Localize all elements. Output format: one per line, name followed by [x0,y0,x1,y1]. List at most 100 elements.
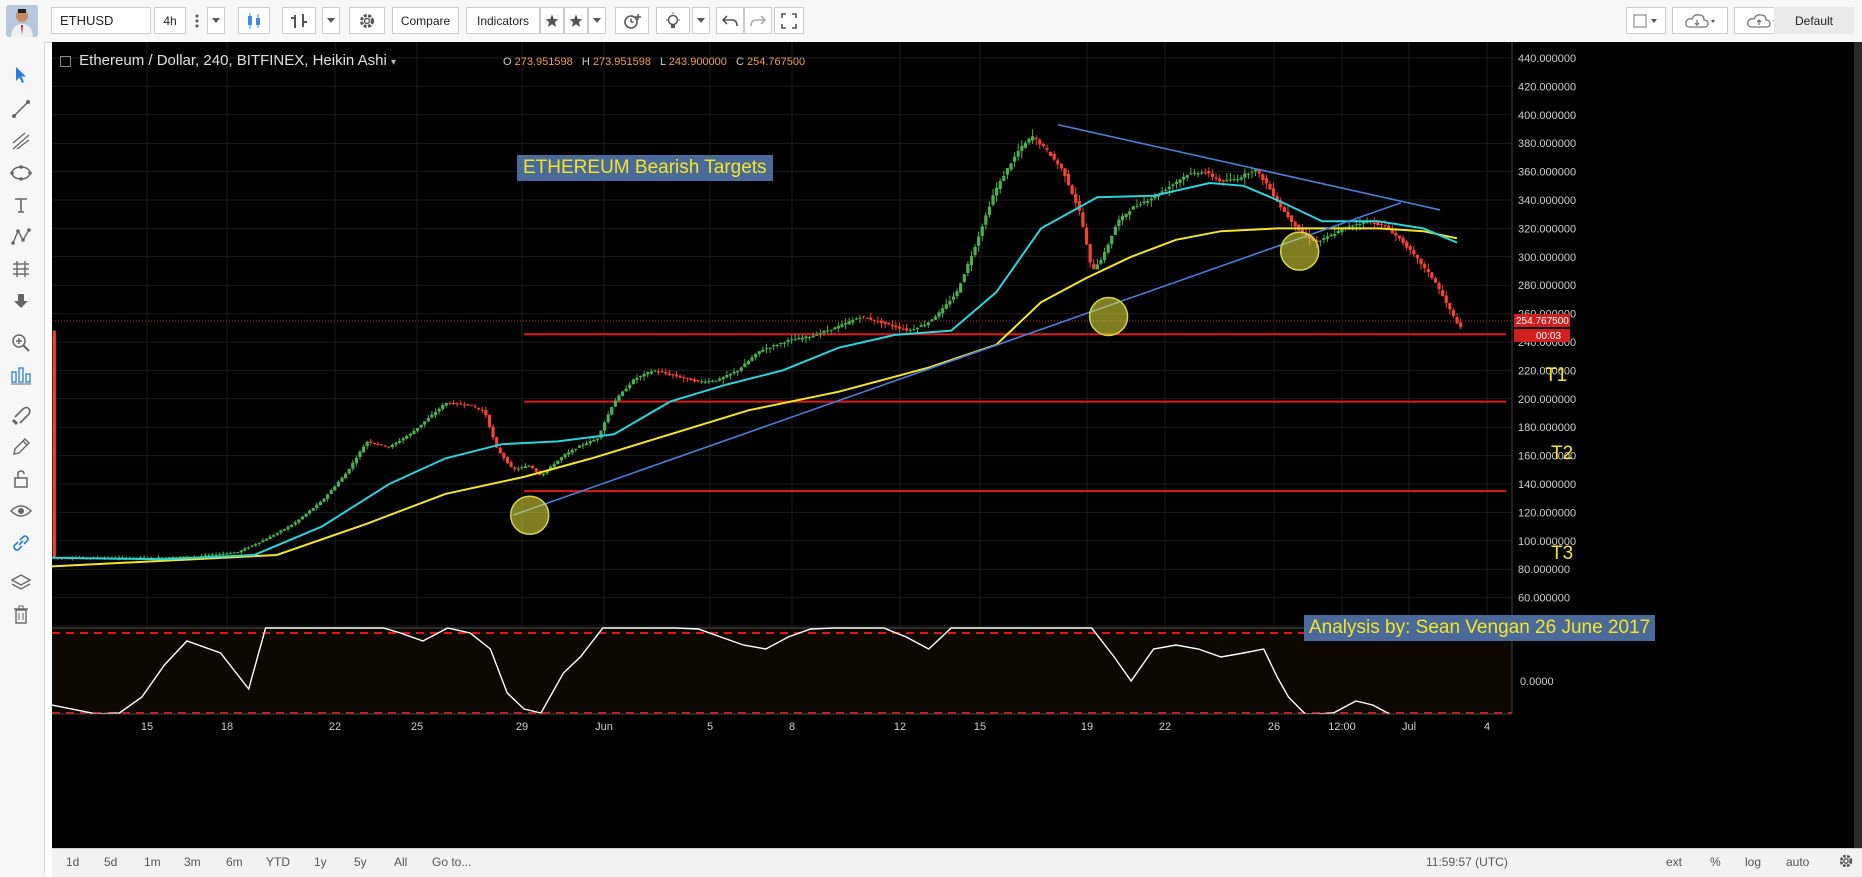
range-ytd[interactable]: YTD [266,855,290,869]
settings-button[interactable] [349,7,385,34]
range-5d[interactable]: 5d [104,855,117,869]
candle-body [1099,260,1103,264]
range-5y[interactable]: 5y [354,855,367,869]
icons-tool[interactable] [8,288,34,314]
stay-in-drawing-tool[interactable] [8,434,34,460]
candle-body [423,421,427,425]
target-label-t3[interactable]: T3 [1551,543,1573,565]
candle-body [1430,272,1434,278]
user-avatar[interactable] [6,5,38,37]
candle-body [584,443,589,445]
candle-body [797,337,801,340]
candle-body [656,371,661,373]
range-6m[interactable]: 6m [226,855,243,869]
candle-body [541,473,546,475]
shape-tool[interactable] [8,160,34,186]
target-label-t1[interactable]: T1 [1545,365,1567,387]
candle-body [354,457,358,464]
more-options-icon[interactable] [189,7,205,34]
target-label-t2[interactable]: T2 [1551,443,1573,465]
layers-icon [11,574,31,590]
undo-button[interactable] [716,7,744,34]
bar-style-button[interactable] [282,7,316,34]
pattern-tool[interactable] [8,224,34,250]
countdown-label: 00:03 [1536,331,1561,342]
chart-properties-button[interactable] [1838,853,1854,872]
candles-style-button[interactable] [238,7,270,34]
chart-style-dropdown-icon[interactable] [322,7,340,34]
goto-button[interactable]: Go to... [432,855,471,869]
ohlc-high: 273.951598 [592,56,651,68]
candle-body [1203,172,1207,174]
layout-square-button[interactable] [1626,7,1666,34]
candle-body [671,374,675,376]
text-tool[interactable] [8,192,34,218]
candle-body [1264,178,1269,184]
magnet-tool[interactable] [8,402,34,428]
prediction-tool[interactable] [8,256,34,282]
hide-drawings-tool[interactable] [8,498,34,524]
percent-toggle[interactable]: % [1710,855,1721,869]
trendline-tool[interactable] [8,96,34,122]
layout-name-label[interactable]: Default [1774,7,1854,34]
candle-body [1056,160,1060,165]
pitchfork-tool[interactable] [8,128,34,154]
alert-button[interactable] [615,7,649,34]
compare-button[interactable]: Compare [392,7,459,34]
range-1m[interactable]: 1m [144,855,161,869]
ideas-dropdown-icon[interactable] [692,7,710,34]
ext-toggle[interactable]: ext [1666,855,1682,869]
link-tool[interactable] [8,530,34,556]
candle-body [308,510,312,514]
interval-dropdown-icon[interactable] [207,7,225,34]
series-title[interactable]: Ethereum / Dollar, 240, BITFINEX, Heikin… [79,52,387,69]
candle-body [1441,290,1445,297]
candle-body [804,336,808,339]
range-3m[interactable]: 3m [184,855,201,869]
layers-tool[interactable] [8,570,34,596]
candle-body [491,426,495,438]
measure-tool[interactable] [8,362,34,388]
cursor-tool[interactable] [8,62,34,88]
candle-body [692,379,697,382]
indicators-button[interactable]: Indicators [466,7,540,34]
chart-annotation-title[interactable]: ETHEREUM Bearish Targets [517,155,773,181]
candle-body [1437,283,1441,290]
candle-body [311,508,315,511]
candle-body [764,348,769,350]
candle-body [218,554,222,556]
log-toggle[interactable]: log [1745,855,1761,869]
favorites-dropdown-icon[interactable] [588,7,606,34]
range-all[interactable]: All [394,855,407,869]
range-1y[interactable]: 1y [314,855,327,869]
chart-area[interactable]: 440.000000 420.000000 400.000000 380.000000… [51,42,1862,848]
author-annotation[interactable]: Analysis by: Sean Vengan 26 June 2017 [1304,615,1656,641]
right-scrollbar[interactable] [1854,42,1862,848]
favorites-star-icon[interactable] [564,7,588,34]
candle-body [1325,236,1330,239]
interval-button[interactable]: 4h [154,7,186,34]
zoom-tool[interactable] [8,330,34,356]
candle-body [1329,234,1333,237]
candle-body [1289,215,1294,222]
utc-clock[interactable]: 11:59:57 (UTC) [1426,855,1508,869]
symbol-search-input[interactable]: ETHUSD [51,7,151,34]
candle-body [674,374,679,377]
candle-body [944,304,948,309]
candle-body [469,404,474,406]
price-chart[interactable]: 440.000000 420.000000 400.000000 380.000000… [51,42,1862,848]
redo-button[interactable] [744,7,772,34]
lock-drawings-tool[interactable] [8,466,34,492]
remove-drawings-tool[interactable] [8,602,34,628]
range-1d[interactable]: 1d [66,855,79,869]
fullscreen-button[interactable] [774,7,804,34]
candle-body [477,407,481,410]
load-layout-button[interactable] [1672,7,1728,34]
candle-body [1250,171,1254,173]
candle-body [214,554,218,556]
auto-toggle[interactable]: auto [1786,855,1809,869]
favorite-star-icon[interactable] [540,7,564,34]
ideas-button[interactable] [656,7,690,34]
chart-legend[interactable]: Ethereum / Dollar, 240, BITFINEX, Heikin… [60,52,396,69]
legend-dropdown-icon[interactable]: ▾ [391,57,396,68]
